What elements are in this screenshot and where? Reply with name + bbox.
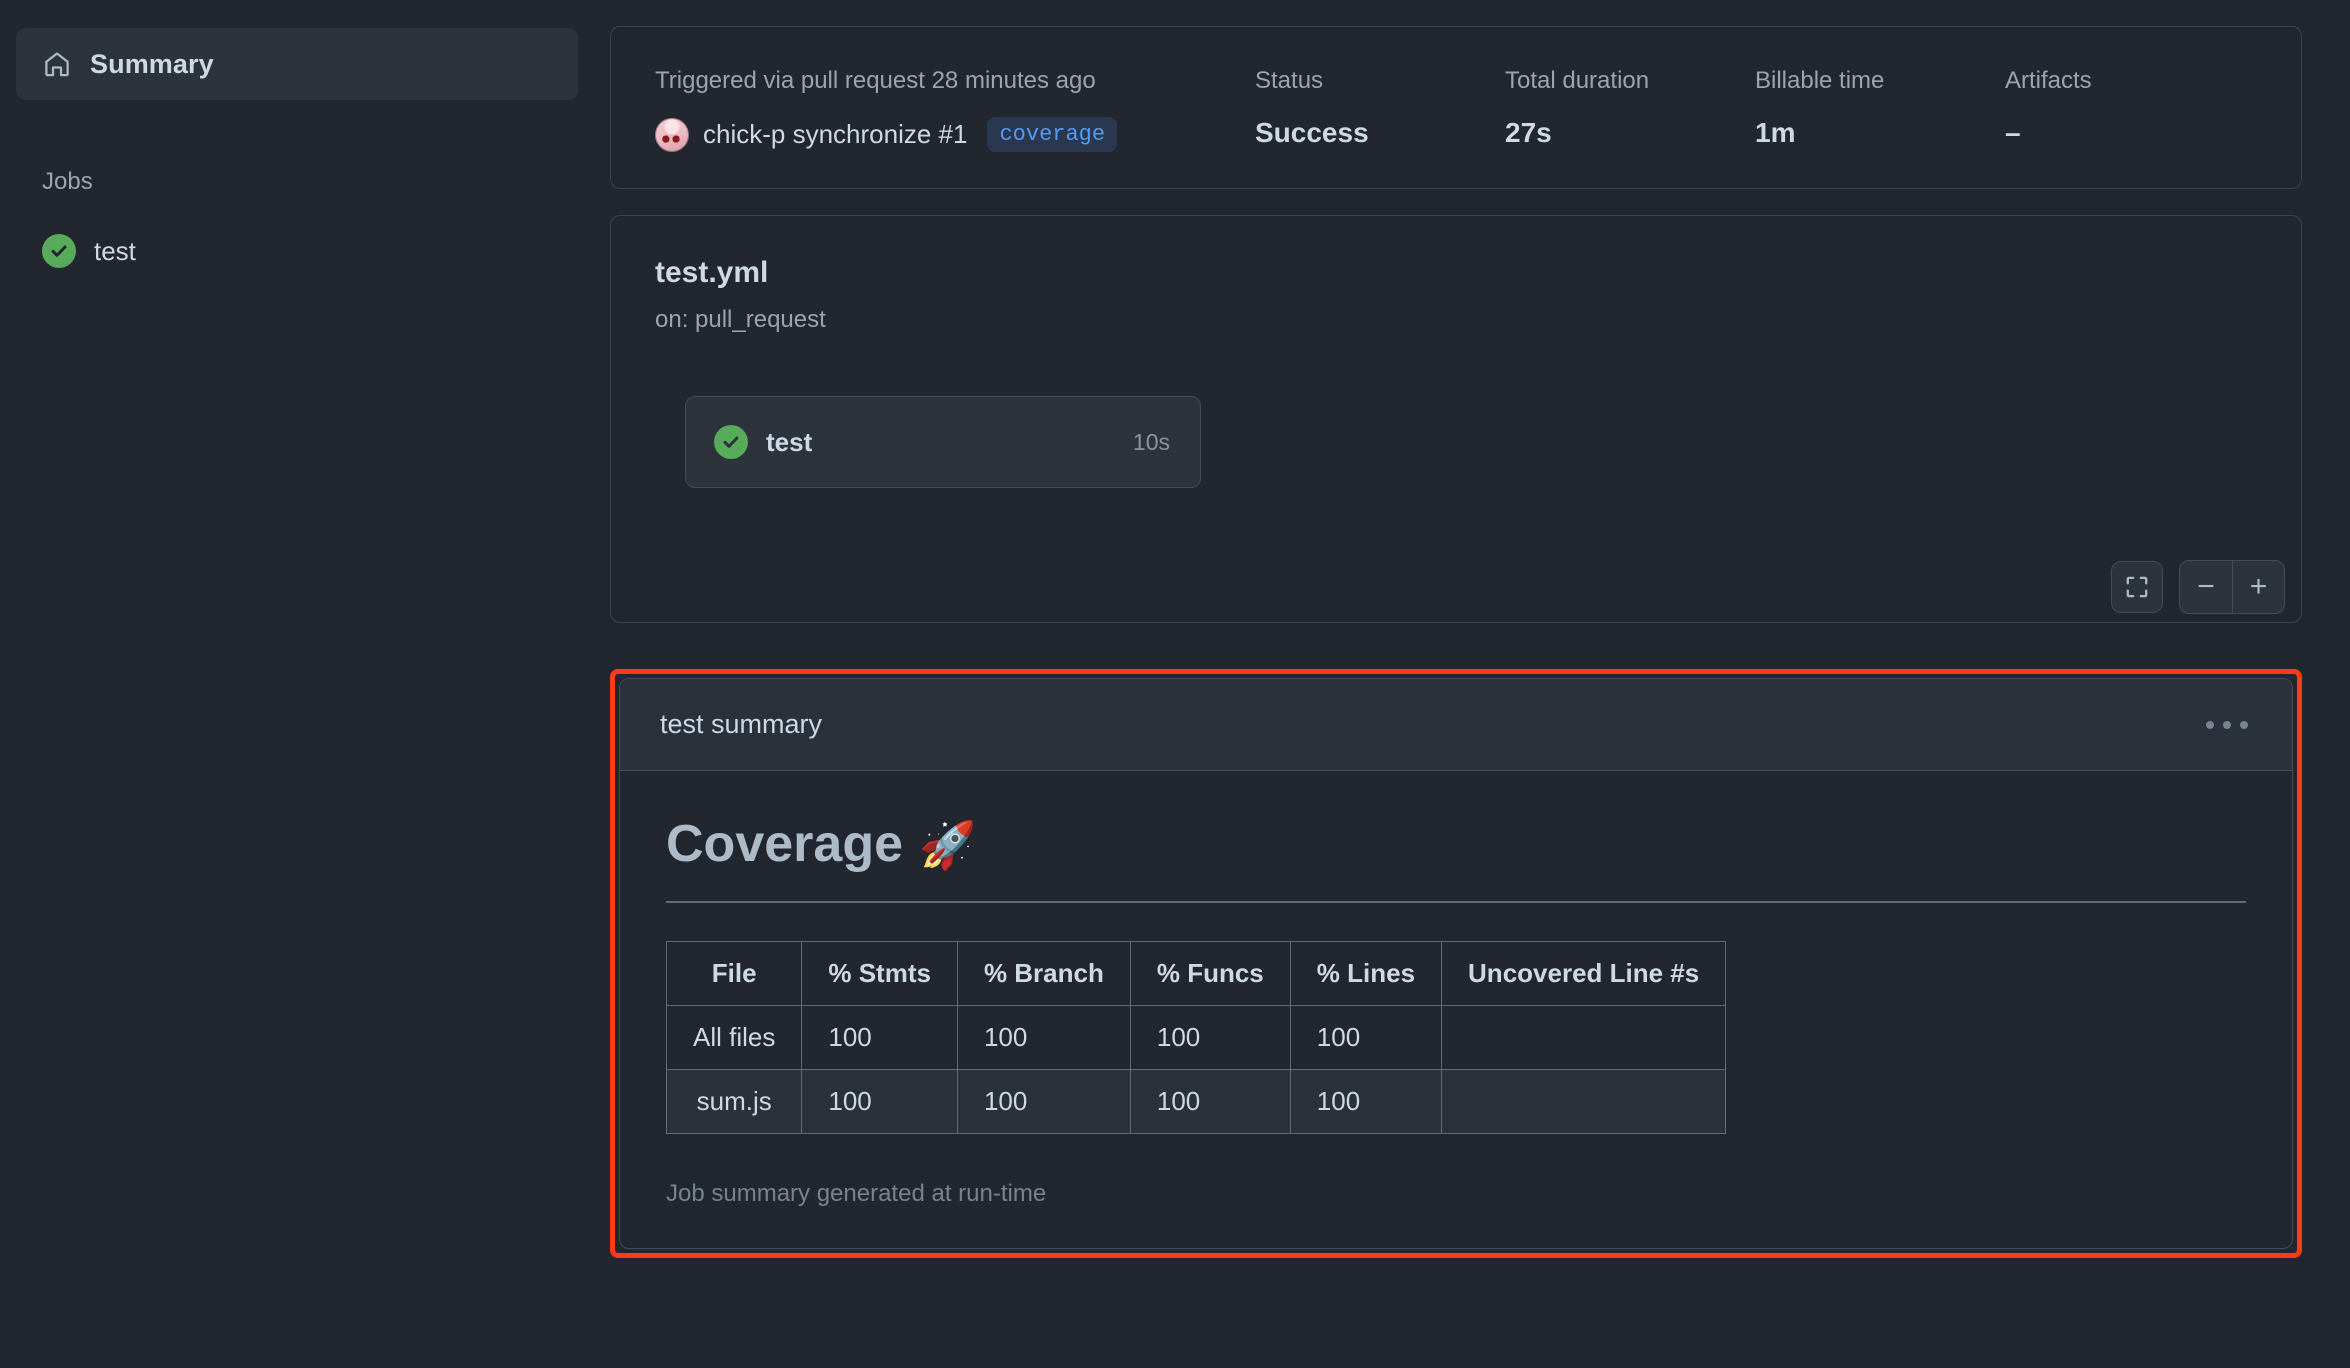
cell-file: sum.js [665,1068,803,1134]
workflow-trigger: on: pull_request [655,306,826,333]
rocket-icon: 🚀 [919,818,977,871]
coverage-heading: Coverage 🚀 [666,815,2246,903]
zoom-out-button[interactable]: − [2180,561,2232,613]
meta-status: Status Success [1255,67,1505,149]
meta-status-label: Status [1255,67,1324,94]
workflow-job-node-test[interactable]: test 10s [685,396,1201,488]
coverage-table: File % Stmts % Branch % Funcs % Lines Un… [665,940,1727,1134]
sidebar: Summary Jobs test [0,0,600,268]
meta-status-value: Success [1255,117,1369,148]
meta-billable-time-value: 1m [1755,117,1796,148]
run-header-card: Triggered via pull request 28 minutes ag… [610,26,2302,189]
column-header-branch: % Branch [956,940,1131,1006]
workflow-job-node-label: test [766,426,813,457]
main-content: Triggered via pull request 28 minutes ag… [600,0,2350,1258]
avatar [655,117,689,152]
zoom-in-button[interactable]: + [2232,561,2284,613]
column-header-lines: % Lines [1289,940,1443,1006]
table-row: sum.js 100 100 100 100 [665,1068,1727,1134]
meta-billable-time-label: Billable time [1755,67,1885,94]
sidebar-job-label: test [94,235,136,266]
cell-branch: 100 [956,1068,1131,1134]
run-trigger-block: Triggered via pull request 28 minutes ag… [655,67,1255,152]
job-summary-header: test summary [620,679,2292,771]
workflow-file-name: test.yml [655,256,769,289]
meta-total-duration-label: Total duration [1505,67,1650,94]
column-header-file: File [665,940,803,1006]
cell-lines: 100 [1289,1068,1443,1134]
workflow-graph-card: test.yml on: pull_request test 10s − + [610,215,2302,623]
check-circle-icon [714,425,748,459]
cell-file: All files [665,1004,803,1070]
sidebar-item-summary-label: Summary [90,48,214,79]
cell-funcs: 100 [1129,1068,1291,1134]
run-trigger-text: Triggered via pull request 28 minutes ag… [655,67,1096,94]
fit-screen-button[interactable] [2111,561,2163,613]
sidebar-item-job-test[interactable]: test [42,234,578,268]
column-header-funcs: % Funcs [1129,940,1291,1006]
meta-artifacts-value: – [2005,117,2021,148]
coverage-heading-text: Coverage [666,815,903,873]
meta-billable-time: Billable time 1m [1755,67,2005,149]
meta-artifacts-label: Artifacts [2005,67,2092,94]
cell-stmts: 100 [801,1004,958,1070]
branch-badge[interactable]: coverage [987,117,1118,152]
table-header-row: File % Stmts % Branch % Funcs % Lines Un… [665,940,1727,1006]
cell-lines: 100 [1289,1004,1443,1070]
meta-total-duration: Total duration 27s [1505,67,1755,149]
cell-funcs: 100 [1129,1004,1291,1070]
column-header-uncovered: Uncovered Line #s [1441,940,1727,1006]
cell-uncovered [1441,1068,1727,1134]
check-circle-icon [42,234,76,268]
home-icon [42,49,72,79]
meta-artifacts: Artifacts – [2005,67,2092,149]
cell-branch: 100 [956,1004,1131,1070]
meta-total-duration-value: 27s [1505,117,1552,148]
cell-stmts: 100 [801,1068,958,1134]
sidebar-jobs-heading: Jobs [42,168,93,195]
fit-screen-icon [2124,574,2150,600]
cell-uncovered [1441,1004,1727,1070]
workflow-run-page: Summary Jobs test Triggered via pull req… [0,0,2350,1368]
kebab-menu-icon[interactable] [2202,711,2252,739]
run-actor-text[interactable]: chick-p synchronize #1 [703,119,967,150]
job-summary-footnote: Job summary generated at run-time [666,1179,1047,1207]
table-row: All files 100 100 100 100 [665,1004,1727,1070]
workflow-job-node-duration: 10s [1132,428,1170,455]
job-summary-title: test summary [660,709,823,739]
graph-controls: − + [2111,560,2285,614]
zoom-control-group: − + [2179,560,2285,614]
sidebar-item-summary[interactable]: Summary [16,28,578,100]
workflow-graph-canvas[interactable]: test 10s [655,396,2257,596]
annotation-highlight-box: test summary Coverage 🚀 File % Stmts % B… [610,669,2302,1258]
column-header-stmts: % Stmts [801,940,958,1006]
job-summary-card: test summary Coverage 🚀 File % Stmts % B… [619,678,2293,1249]
job-summary-body: Coverage 🚀 File % Stmts % Branch % Funcs… [620,771,2292,1248]
